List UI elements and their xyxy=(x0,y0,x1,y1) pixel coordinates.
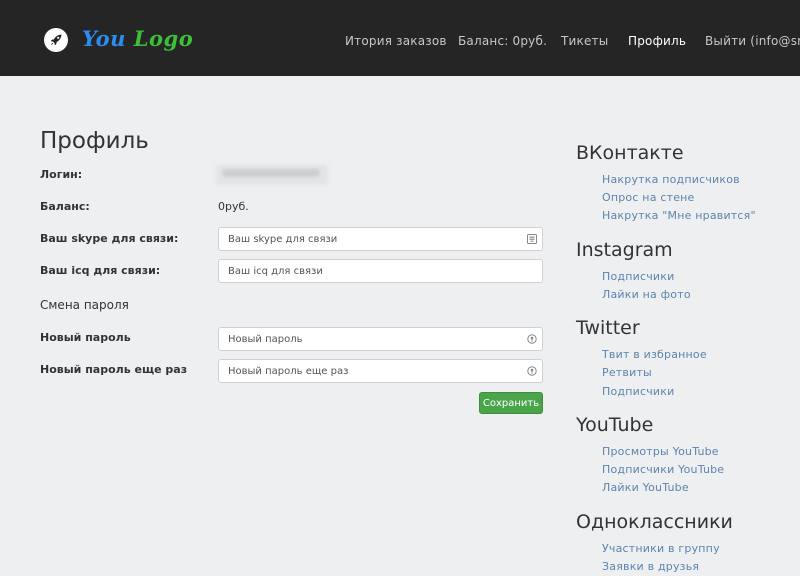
logo-word-logo: Logo xyxy=(133,26,194,51)
sidebar-link-vk-likes[interactable]: Накрутка "Мне нравится" xyxy=(602,209,756,222)
repeat-password-label: Новый пароль еще раз xyxy=(40,363,188,376)
balance-value: 0руб. xyxy=(218,200,249,213)
keyboard-icon xyxy=(527,234,537,244)
sidebar-link-tw-favorites[interactable]: Твит в избранное xyxy=(602,348,707,361)
nav-profile[interactable]: Профиль xyxy=(628,34,686,48)
login-label: Логин: xyxy=(40,168,83,181)
rocket-icon[interactable] xyxy=(44,28,68,52)
key-icon xyxy=(527,366,537,376)
key-icon xyxy=(527,334,537,344)
sidebar-heading-instagram: Instagram xyxy=(576,239,673,261)
sidebar-link-vk-followers[interactable]: Накрутка подписчиков xyxy=(602,173,740,186)
balance-label: Баланс: xyxy=(40,200,90,213)
new-password-label: Новый пароль xyxy=(40,331,131,344)
sidebar-heading-twitter: Twitter xyxy=(576,317,640,339)
sidebar-heading-youtube: YouTube xyxy=(576,414,654,436)
sidebar-heading-vkontakte: ВКонтакте xyxy=(576,142,684,164)
top-navbar: You Logo Итория заказов Баланс: 0руб. Ти… xyxy=(0,0,800,76)
sidebar-link-vk-poll[interactable]: Опрос на стене xyxy=(602,191,695,204)
nav-logout[interactable]: Выйти (info@sm... xyxy=(705,34,800,48)
nav-balance[interactable]: Баланс: 0руб. xyxy=(458,34,547,48)
icq-input[interactable] xyxy=(219,260,542,282)
sidebar-link-yt-likes[interactable]: Лайки YouTube xyxy=(602,481,689,494)
login-value-redacted xyxy=(216,165,328,185)
skype-input[interactable] xyxy=(219,228,542,250)
logo[interactable]: You Logo xyxy=(82,26,193,51)
sidebar-link-tw-retweets[interactable]: Ретвиты xyxy=(602,366,652,379)
repeat-password-input[interactable] xyxy=(219,360,542,382)
sidebar-link-yt-subscribers[interactable]: Подписчики YouTube xyxy=(602,463,724,476)
new-password-field-wrapper xyxy=(218,327,543,351)
sidebar-link-ok-friend-requests[interactable]: Заявки в друзья xyxy=(602,560,699,573)
sidebar-heading-odnoklassniki: Одноклассники xyxy=(576,511,733,533)
page-title: Профиль xyxy=(40,128,149,154)
sidebar-link-ig-followers[interactable]: Подписчики xyxy=(602,270,674,283)
repeat-password-field-wrapper xyxy=(218,359,543,383)
save-button[interactable]: Сохранить xyxy=(479,392,543,414)
icq-label: Ваш icq для связи: xyxy=(40,264,161,277)
sidebar-link-ig-likes[interactable]: Лайки на фото xyxy=(602,288,691,301)
skype-label: Ваш skype для связи: xyxy=(40,232,179,245)
new-password-input[interactable] xyxy=(219,328,542,350)
nav-tickets[interactable]: Тикеты xyxy=(561,34,608,48)
password-section-title: Смена пароля xyxy=(40,298,129,312)
icq-field-wrapper xyxy=(218,259,543,283)
logo-word-you: You xyxy=(82,26,126,51)
nav-order-history[interactable]: Итория заказов xyxy=(345,34,447,48)
sidebar-link-ok-group-members[interactable]: Участники в группу xyxy=(602,542,720,555)
skype-field-wrapper xyxy=(218,227,543,251)
sidebar-link-tw-followers[interactable]: Подписчики xyxy=(602,385,674,398)
sidebar-link-yt-views[interactable]: Просмотры YouTube xyxy=(602,445,719,458)
